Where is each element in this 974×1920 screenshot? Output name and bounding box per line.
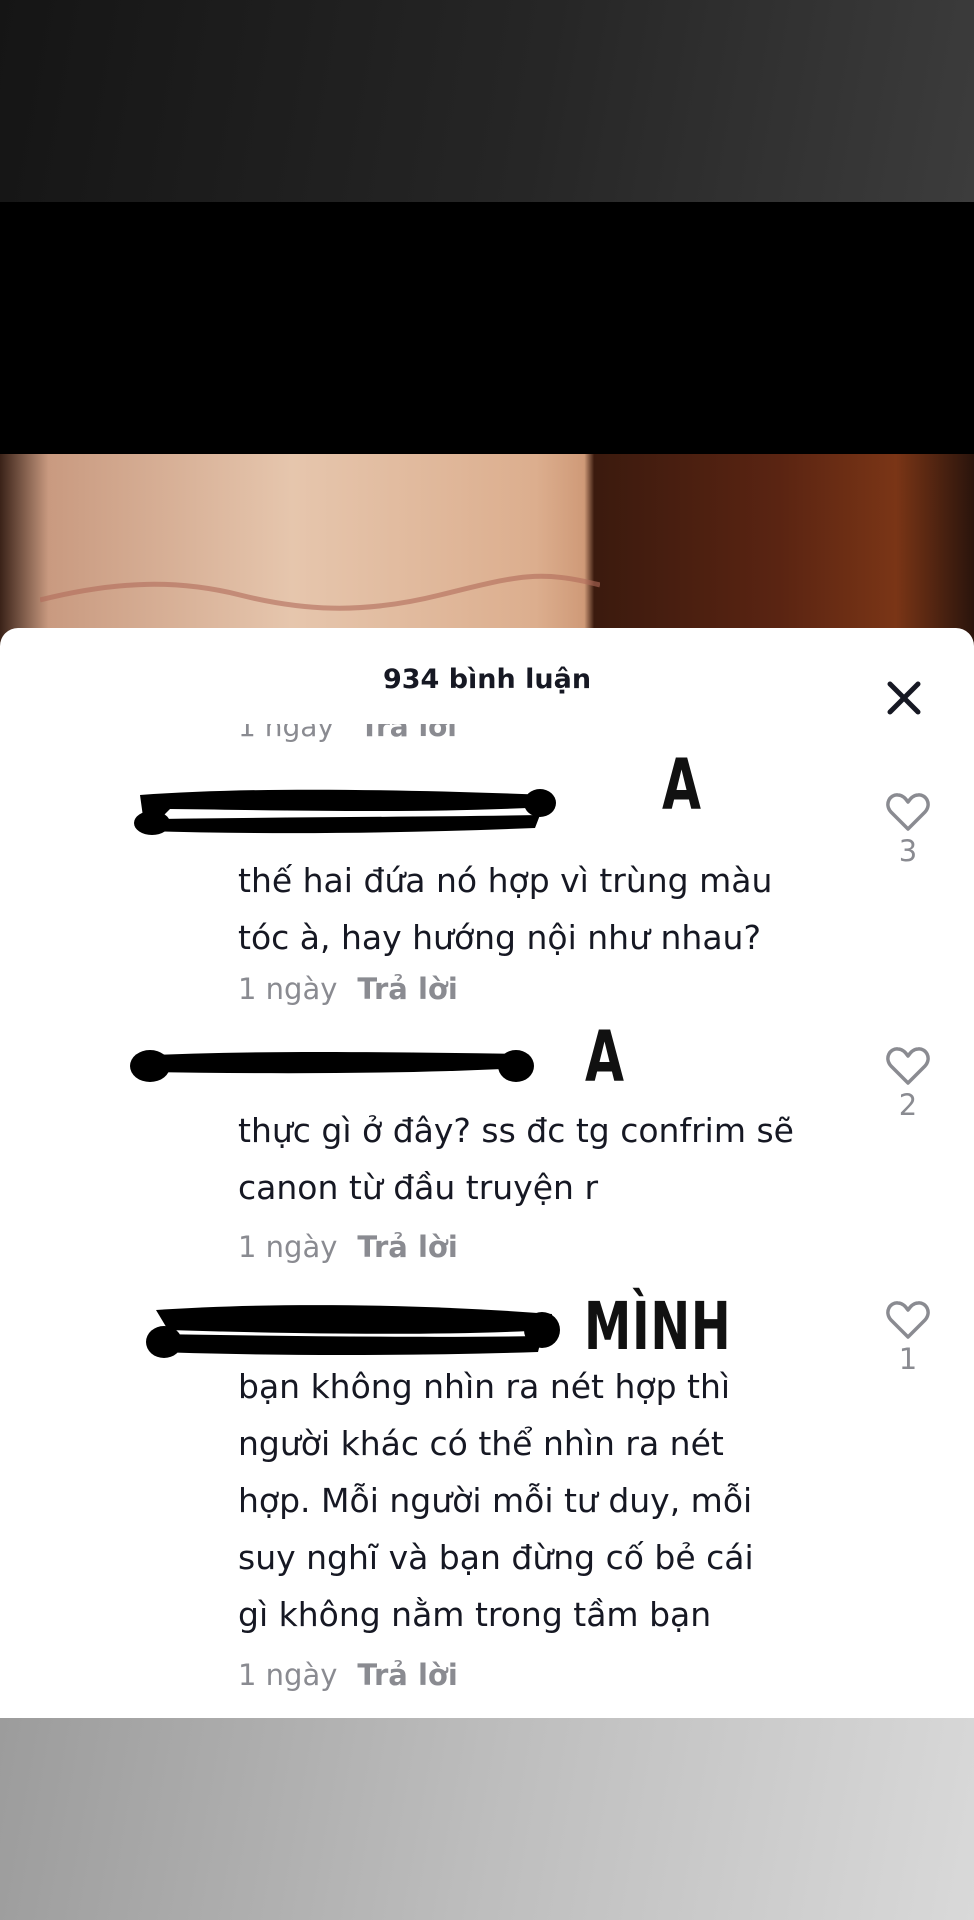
comment-text-line: hợp. Mỗi người mỗi tư duy, mỗi — [238, 1481, 753, 1520]
heart-outline-icon — [886, 1047, 930, 1085]
clipped-previous-comment-meta: 1 ngày Trả lời — [238, 724, 457, 748]
comment-text-line: canon từ đầu truyện r — [238, 1168, 599, 1207]
like-button[interactable]: 3 — [884, 792, 932, 868]
comment-text: thực gì ở đây? ss đc tg confrim sẽ canon… — [238, 1102, 858, 1216]
comment-text: bạn không nhìn ra nét hợp thì người khác… — [238, 1358, 858, 1643]
comment-time: 1 ngày — [238, 1230, 338, 1264]
video-frame[interactable] — [0, 454, 974, 654]
like-button[interactable]: 1 — [884, 1300, 932, 1376]
comment-text-line: suy nghĩ và bạn đừng cố bẻ cái — [238, 1538, 754, 1577]
reply-button[interactable]: Trả lời — [357, 972, 457, 1006]
comment-text-line: thế hai đứa nó hợp vì trùng màu — [238, 861, 773, 900]
annotation-label: A — [662, 744, 702, 826]
reply-button[interactable]: Trả lời — [357, 1658, 457, 1692]
video-top-background — [0, 0, 974, 202]
heart-outline-icon — [886, 1301, 930, 1339]
reply-button[interactable]: Trả lời — [360, 724, 457, 743]
comment-text: thế hai đứa nó hợp vì trùng màu tóc à, h… — [238, 852, 858, 966]
close-icon[interactable] — [880, 674, 928, 722]
annotation-label: MÌNH — [584, 1288, 732, 1365]
reply-button[interactable]: Trả lời — [357, 1230, 457, 1264]
comment-meta: 1 ngày Trả lời — [238, 1658, 458, 1692]
redacted-username — [134, 789, 556, 835]
comment-time: 1 ngày — [238, 724, 334, 743]
comment-text-line: gì không nằm trong tầm bạn — [238, 1595, 712, 1634]
comment-time: 1 ngày — [238, 972, 338, 1006]
like-count: 1 — [898, 1342, 918, 1376]
comment-meta: 1 ngày Trả lời — [238, 1230, 458, 1264]
comment-meta: 1 ngày Trả lời — [238, 972, 458, 1006]
comment-text-line: thực gì ở đây? ss đc tg confrim sẽ — [238, 1111, 794, 1150]
comment-time: 1 ngày — [238, 1658, 338, 1692]
like-count: 3 — [898, 834, 918, 868]
video-wave-decoration — [40, 573, 600, 611]
video-letterbox-band — [0, 202, 974, 454]
annotation-label: A — [585, 1016, 625, 1098]
redacted-username — [130, 1050, 534, 1082]
comment-text-line: bạn không nhìn ra nét hợp thì — [238, 1367, 731, 1406]
comment-text-line: người khác có thể nhìn ra nét — [238, 1424, 724, 1463]
like-count: 2 — [898, 1088, 918, 1122]
heart-outline-icon — [886, 793, 930, 831]
comment-text-line: tóc à, hay hướng nội như nhau? — [238, 918, 761, 957]
bottom-background — [0, 1718, 974, 1920]
like-button[interactable]: 2 — [884, 1046, 932, 1122]
comments-sheet: 934 bình luận 1 ngày Trả lời A thế hai đứ… — [0, 628, 974, 1718]
comment-count-title: 934 bình luận — [382, 664, 592, 695]
